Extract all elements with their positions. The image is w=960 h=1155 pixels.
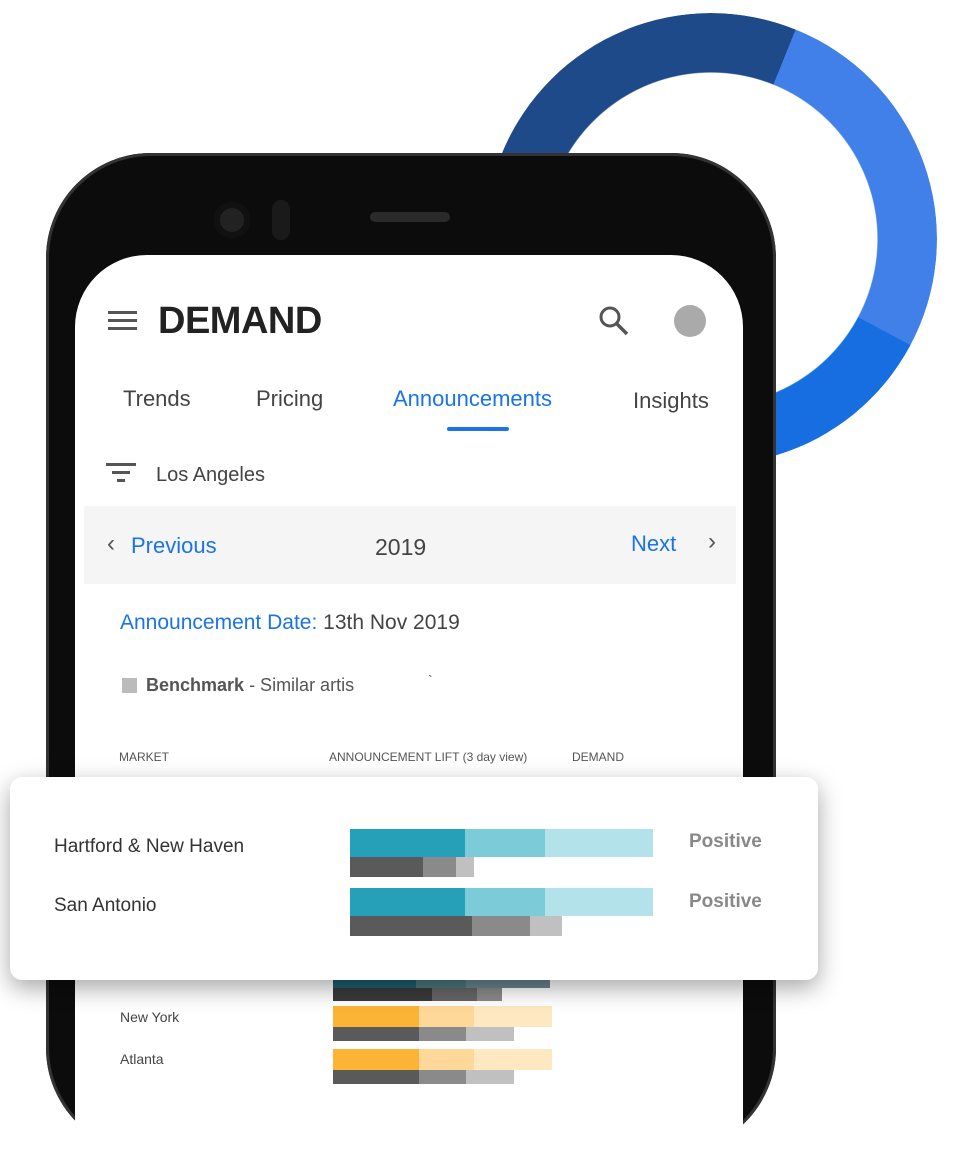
lift-bar-segment [465,829,545,857]
speaker-grille [370,212,450,222]
chevron-right-icon[interactable]: › [708,528,716,556]
row-market: New York [120,1009,180,1025]
featured-markets-card [10,777,818,980]
chevron-left-icon[interactable]: ‹ [107,530,115,558]
filter-icon[interactable] [106,463,136,482]
header-lift: ANNOUNCEMENT LIFT (3 day view) [329,750,528,764]
benchmark-name: Benchmark [146,675,245,695]
lift-bar-segment [474,1049,552,1070]
benchmark-swatch [122,678,137,693]
lift-bar-segment [350,829,465,857]
lift-bar-segment [419,1006,474,1027]
next-button[interactable]: Next [631,531,676,557]
benchmark-bar-segment [333,988,432,1001]
benchmark-bar-segment [350,857,423,877]
benchmark-description: - Similar artis [249,675,355,695]
benchmark-legend: Benchmark - Similar artis [146,675,354,696]
benchmark-bar-segment [333,1027,419,1041]
lift-bar-segment [350,888,465,916]
lift-bar-segment [474,1006,552,1027]
active-tab-indicator [447,427,509,431]
stray-mark: ` [428,672,433,688]
header-demand: DEMAND [572,750,625,764]
featured-market: Hartford & New Haven [54,836,245,857]
previous-button[interactable]: Previous [131,533,217,559]
featured-demand: Positive [689,831,762,852]
lift-bar-segment [333,1049,419,1070]
featured-demand: Positive [689,891,762,912]
menu-icon[interactable] [108,311,137,330]
search-icon[interactable] [598,305,630,337]
lift-bar-segment [465,888,545,916]
lift-bar-segment [545,829,653,857]
announcement-date: Announcement Date: 13th Nov 2019 [120,611,460,635]
announcement-date-value: 13th Nov 2019 [323,611,460,634]
lift-bar-segment [333,1006,419,1027]
tab-announcements[interactable]: Announcements [393,386,552,412]
lift-bar-segment [545,888,653,916]
featured-market: San Antonio [54,895,157,916]
benchmark-bar-segment [477,988,502,1001]
benchmark-bar-segment [466,1027,514,1041]
camera-icon [214,202,250,238]
tab-trends[interactable]: Trends [123,386,191,412]
row-market: Atlanta [120,1051,164,1067]
benchmark-bar-segment [423,857,456,877]
benchmark-bar-segment [456,857,474,877]
benchmark-bar-segment [350,916,472,936]
app-title: DEMAND [158,300,322,342]
benchmark-bar-segment [333,1070,419,1084]
avatar[interactable] [674,305,706,337]
sensor-icon [272,200,290,240]
announcement-date-label: Announcement Date: [120,611,318,634]
tab-pricing[interactable]: Pricing [256,386,323,412]
lift-bar-segment [419,1049,474,1070]
benchmark-bar-segment [530,916,562,936]
benchmark-bar-segment [419,1070,466,1084]
header-market: MARKET [119,750,170,764]
filter-location[interactable]: Los Angeles [156,464,265,487]
benchmark-bar-segment [472,916,530,936]
benchmark-bar-segment [419,1027,466,1041]
benchmark-bar-segment [466,1070,514,1084]
benchmark-bar-segment [432,988,477,1001]
year-label: 2019 [375,534,427,560]
tab-insights[interactable]: Insights [633,388,709,414]
